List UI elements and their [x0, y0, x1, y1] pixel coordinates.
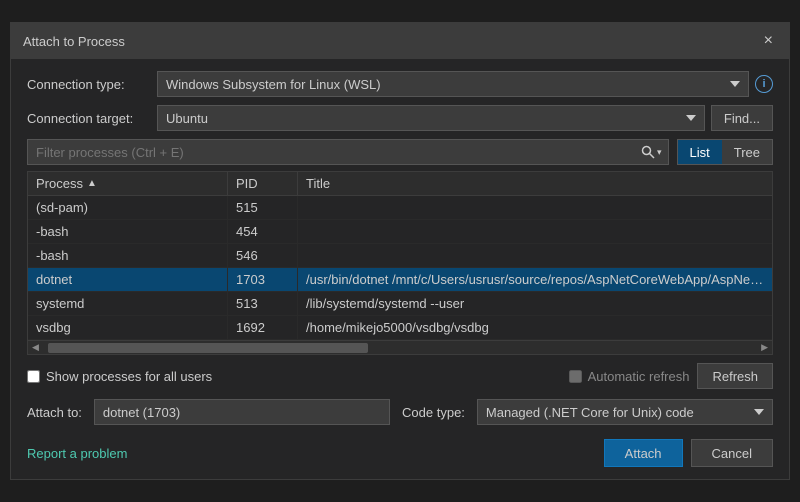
refresh-button[interactable]: Refresh [697, 363, 773, 389]
table-row[interactable]: -bash546 [28, 244, 772, 268]
search-button[interactable]: ▾ [635, 145, 668, 159]
cell-pid: 454 [228, 220, 298, 243]
cell-pid: 1703 [228, 268, 298, 291]
attach-to-value: dotnet (1703) [94, 399, 390, 425]
column-process: Process ▲ [28, 172, 228, 195]
scroll-right-arrow[interactable]: ▶ [761, 342, 768, 353]
dialog-content: Connection type: Windows Subsystem for L… [11, 59, 789, 479]
horizontal-scrollbar[interactable]: ◀ ▶ [28, 340, 772, 354]
auto-refresh-checkbox-label: Automatic refresh [569, 369, 690, 384]
filter-row: ▾ List Tree [27, 139, 773, 165]
cell-title [298, 196, 772, 219]
filter-input[interactable] [28, 145, 635, 160]
list-view-button[interactable]: List [678, 140, 722, 164]
footer-row: Report a problem Attach Cancel [27, 435, 773, 467]
connection-target-wrapper: Ubuntu Find... [157, 105, 773, 131]
cell-process: systemd [28, 292, 228, 315]
attach-button[interactable]: Attach [604, 439, 683, 467]
connection-target-row: Connection target: Ubuntu Find... [27, 105, 773, 131]
cell-pid: 513 [228, 292, 298, 315]
show-all-users-label: Show processes for all users [46, 369, 212, 384]
table-header: Process ▲ PID Title [28, 172, 772, 196]
find-button[interactable]: Find... [711, 105, 773, 131]
dialog-title: Attach to Process [23, 34, 125, 49]
cell-title: /lib/systemd/systemd --user [298, 292, 772, 315]
cell-pid: 546 [228, 244, 298, 267]
search-dropdown-arrow: ▾ [657, 147, 662, 158]
attach-to-process-dialog: Attach to Process × Connection type: Win… [10, 22, 790, 480]
attach-to-row: Attach to: dotnet (1703) Code type: Mana… [27, 399, 773, 425]
cell-title [298, 244, 772, 267]
right-controls: Automatic refresh Refresh [569, 363, 773, 389]
cell-title: /usr/bin/dotnet /mnt/c/Users/usrusr/sour… [298, 268, 772, 291]
bottom-controls-row: Show processes for all users Automatic r… [27, 363, 773, 389]
table-row[interactable]: (sd-pam)515 [28, 196, 772, 220]
footer-buttons: Attach Cancel [604, 439, 773, 467]
cell-process: (sd-pam) [28, 196, 228, 219]
table-row[interactable]: vsdbg1692/home/mikejo5000/vsdbg/vsdbg [28, 316, 772, 340]
auto-refresh-label: Automatic refresh [588, 369, 690, 384]
cell-title [298, 220, 772, 243]
view-toggle: List Tree [677, 139, 773, 165]
report-problem-link[interactable]: Report a problem [27, 446, 127, 461]
cell-process: dotnet [28, 268, 228, 291]
connection-type-label: Connection type: [27, 77, 157, 92]
scroll-left-arrow[interactable]: ◀ [32, 342, 39, 353]
table-row[interactable]: -bash454 [28, 220, 772, 244]
table-row[interactable]: dotnet1703/usr/bin/dotnet /mnt/c/Users/u… [28, 268, 772, 292]
info-icon[interactable]: i [755, 75, 773, 93]
connection-type-dropdown[interactable]: Windows Subsystem for Linux (WSL)LocalRe… [157, 71, 749, 97]
connection-target-label: Connection target: [27, 111, 157, 126]
search-icon [641, 145, 655, 159]
show-all-users-checkbox[interactable] [27, 370, 40, 383]
connection-target-dropdown[interactable]: Ubuntu [157, 105, 705, 131]
cell-pid: 1692 [228, 316, 298, 339]
cell-process: -bash [28, 244, 228, 267]
cell-process: vsdbg [28, 316, 228, 339]
cell-pid: 515 [228, 196, 298, 219]
tree-view-button[interactable]: Tree [722, 140, 772, 164]
table-row[interactable]: systemd513/lib/systemd/systemd --user [28, 292, 772, 316]
scrollbar-thumb[interactable] [48, 343, 368, 353]
sort-arrow-process: ▲ [87, 178, 97, 189]
connection-type-row: Connection type: Windows Subsystem for L… [27, 71, 773, 97]
auto-refresh-checkbox [569, 370, 582, 383]
code-type-dropdown[interactable]: Managed (.NET Core for Unix) codeNativeM… [477, 399, 773, 425]
filter-input-wrap: ▾ [27, 139, 669, 165]
process-table: Process ▲ PID Title (sd-pam)515-bash454-… [27, 171, 773, 355]
cancel-button[interactable]: Cancel [691, 439, 773, 467]
cell-process: -bash [28, 220, 228, 243]
table-body: (sd-pam)515-bash454-bash546dotnet1703/us… [28, 196, 772, 340]
column-pid: PID [228, 172, 298, 195]
title-bar: Attach to Process × [11, 23, 789, 59]
column-title: Title [298, 172, 772, 195]
attach-to-label: Attach to: [27, 405, 82, 420]
code-type-label: Code type: [402, 405, 465, 420]
cell-title: /home/mikejo5000/vsdbg/vsdbg [298, 316, 772, 339]
connection-type-wrapper: Windows Subsystem for Linux (WSL)LocalRe… [157, 71, 773, 97]
close-button[interactable]: × [760, 33, 777, 49]
show-all-users-checkbox-label[interactable]: Show processes for all users [27, 369, 212, 384]
